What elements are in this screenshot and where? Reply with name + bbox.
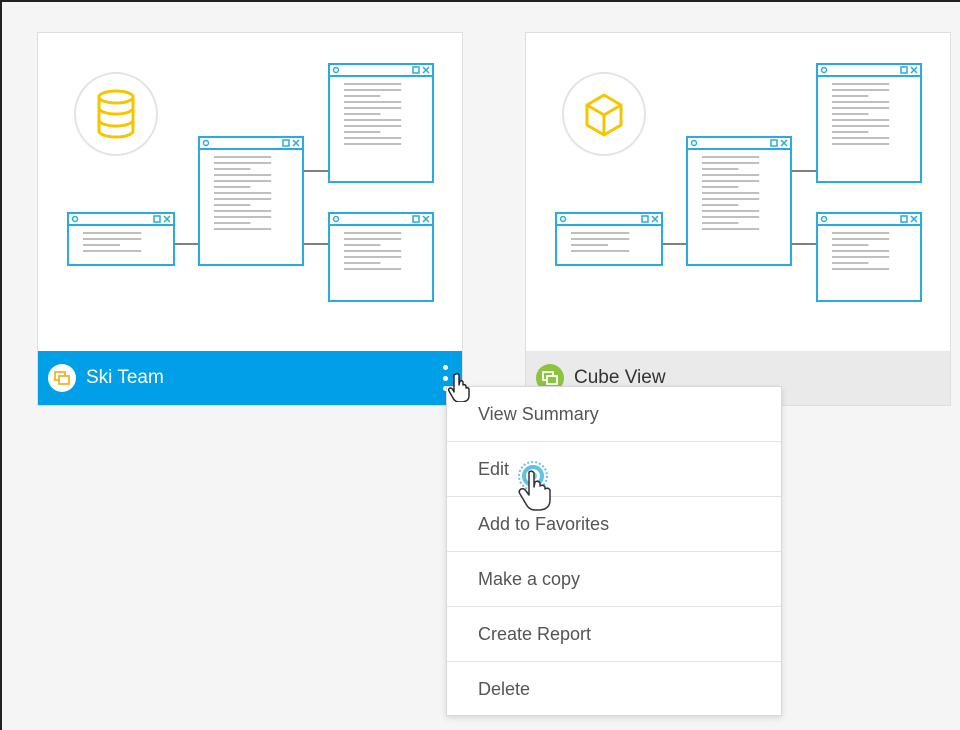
table-window-icon [328, 63, 434, 183]
table-window-icon [816, 212, 922, 302]
menu-item-make-a-copy[interactable]: Make a copy [447, 552, 781, 607]
hand-cursor-icon [448, 372, 470, 402]
click-hand-cursor-icon [518, 461, 551, 511]
menu-item-edit[interactable]: Edit [447, 442, 781, 497]
menu-item-add-to-favorites[interactable]: Add to Favorites [447, 497, 781, 552]
table-window-icon [686, 136, 792, 266]
card-title: Ski Team [86, 367, 164, 388]
view-badge-icon [48, 364, 76, 392]
menu-item-create-report[interactable]: Create Report [447, 607, 781, 662]
view-thumbnail-diagram [67, 63, 434, 302]
page-frame: Ski Team Cube View View Summary Edit Add… [0, 0, 960, 730]
table-window-icon [198, 136, 304, 266]
database-icon [74, 72, 158, 156]
table-window-icon [328, 212, 434, 302]
menu-item-delete[interactable]: Delete [447, 662, 781, 717]
card-footer[interactable]: Ski Team [38, 351, 462, 405]
card-context-menu: View Summary Edit Add to Favorites Make … [446, 386, 782, 716]
menu-item-view-summary[interactable]: View Summary [447, 387, 781, 442]
view-thumbnail-diagram [555, 63, 922, 302]
table-window-icon [555, 212, 663, 266]
table-window-icon [67, 212, 175, 266]
cube-icon [562, 72, 646, 156]
view-card-cube-view[interactable]: Cube View [525, 32, 951, 406]
view-card-ski-team[interactable]: Ski Team [37, 32, 463, 406]
table-window-icon [816, 63, 922, 183]
